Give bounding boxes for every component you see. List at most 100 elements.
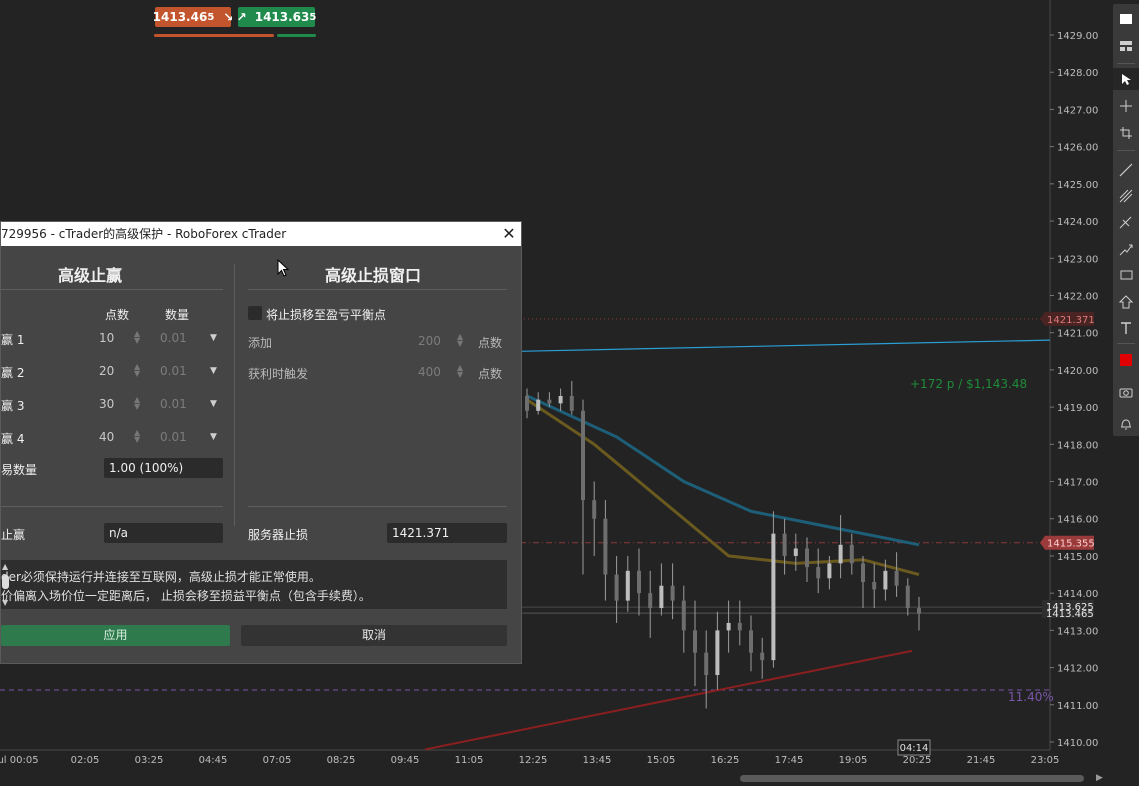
tp-points-input[interactable]: 10: [99, 331, 114, 345]
tp-row-label: 赢 3: [1, 399, 25, 413]
info-textbox[interactable]: der必须保持运行并连接至互联网，高级止损才能正常使用。 价偏离入场价位一定距离…: [1, 560, 507, 609]
toolbar-divider: [1117, 63, 1135, 64]
drawing-toolbar: [1113, 4, 1139, 436]
buy-price: 1413.63: [254, 10, 310, 24]
time-tick-label: 16:25: [711, 755, 740, 766]
price-tick-label: 1426.00: [1057, 143, 1098, 154]
candle-body: [525, 395, 529, 411]
chart-scrollbar[interactable]: ▶: [0, 770, 1105, 786]
candle-body: [704, 652, 709, 676]
scroll-down-icon[interactable]: ▼: [2, 598, 8, 607]
candle-body: [894, 570, 899, 586]
price-tick-label: 1418.00: [1057, 440, 1098, 451]
fibonacci-icon[interactable]: [1113, 185, 1139, 207]
candle-body: [536, 399, 541, 411]
toolbar-divider: [1117, 150, 1135, 151]
buy-button[interactable]: ↗ 1413.63 5: [237, 7, 316, 27]
candle-body: [592, 500, 597, 519]
candle-body: [816, 567, 821, 579]
spinner-icon[interactable]: ▲ ▼: [457, 333, 463, 348]
spinner-icon[interactable]: ▲ ▼: [134, 363, 140, 378]
buy-volume-bar: [277, 34, 316, 37]
time-tick-label: ul 00:05: [0, 755, 39, 766]
dropdown-arrow-icon[interactable]: ▼: [210, 399, 217, 409]
take-profit-section-title: 高级止赢: [58, 266, 123, 285]
sell-price: 1413.46: [152, 10, 208, 24]
info-scrollbar[interactable]: ▲ ▼: [1, 562, 11, 607]
measure-icon[interactable]: [1113, 122, 1139, 144]
candle-body: [681, 600, 686, 631]
sell-button[interactable]: 1413.46 5 ↘: [152, 7, 234, 27]
tp-quantity-input[interactable]: 0.01: [160, 397, 187, 411]
dropdown-arrow-icon[interactable]: ▼: [210, 432, 217, 442]
scroll-thumb[interactable]: [2, 575, 9, 589]
trade-quantity-field[interactable]: 1.00 (100%): [104, 458, 223, 478]
info-line-1: der必须保持运行并连接至互联网，高级止损才能正常使用。: [1, 570, 321, 584]
breakeven-checkbox[interactable]: [248, 306, 262, 320]
tp-quantity-input[interactable]: 0.01: [160, 331, 187, 345]
time-tick-label: 15:05: [647, 755, 676, 766]
spinner-icon[interactable]: ▲ ▼: [134, 396, 140, 411]
cancel-button[interactable]: 取消: [241, 625, 507, 646]
candle-body: [614, 574, 619, 601]
divider: [1, 506, 223, 507]
candle-body: [905, 585, 910, 609]
candle-body: [883, 570, 888, 590]
trigger-points-input[interactable]: 400: [418, 365, 441, 379]
time-tick-label: 17:45: [775, 755, 804, 766]
time-tick-label: 03:25: [135, 755, 164, 766]
time-tick-label: 02:05: [71, 755, 100, 766]
points-column-header: 点数: [105, 308, 130, 322]
profit-text: +172 p / $1,143.48: [910, 377, 1027, 391]
time-tick-label: 04:45: [199, 755, 228, 766]
quantity-column-header: 数量: [165, 308, 190, 322]
pitchfork-icon[interactable]: [1113, 211, 1139, 233]
spinner-icon[interactable]: ▲ ▼: [457, 364, 463, 379]
scroll-up-icon[interactable]: ▲: [2, 562, 8, 571]
scroll-right-icon[interactable]: ▶: [1096, 773, 1103, 783]
arrow-tool-icon[interactable]: [1113, 238, 1139, 260]
trigger-unit-label: 点数: [478, 367, 503, 381]
price-tick-label: 1412.00: [1057, 664, 1098, 675]
text-icon[interactable]: [1113, 317, 1139, 339]
info-line-2: 价偏离入场价位一定距离后， 止损会移至损益平衡点（包含手续费）。: [1, 589, 371, 603]
dropdown-arrow-icon[interactable]: ▼: [210, 366, 217, 376]
candle-body: [749, 630, 753, 653]
dialog-titlebar[interactable]: 729956 - cTrader的高级保护 - RoboForex cTrade…: [1, 222, 521, 246]
layout-icon[interactable]: [1113, 35, 1139, 57]
arrow-down-right-icon: ↘: [223, 10, 234, 24]
crosshair-icon[interactable]: [1113, 95, 1139, 117]
dialog-title: 729956 - cTrader的高级保护 - RoboForex cTrade…: [1, 227, 287, 241]
camera-icon[interactable]: [1113, 381, 1139, 403]
take-profit-summary-field[interactable]: n/a: [104, 523, 223, 543]
price-tick-label: 1425.00: [1057, 180, 1098, 191]
candle-body: [760, 652, 765, 661]
apply-button[interactable]: 应用: [1, 625, 230, 646]
color-swatch-icon[interactable]: [1113, 349, 1139, 371]
time-tick-label: 07:05: [263, 755, 292, 766]
time-tick-label: 19:05: [839, 755, 868, 766]
dropdown-arrow-icon[interactable]: ▼: [210, 333, 217, 343]
price-tick-label: 1414.00: [1057, 589, 1098, 600]
chart-type-icon[interactable]: [1113, 8, 1139, 30]
spinner-icon[interactable]: ▲ ▼: [134, 429, 140, 444]
spinner-icon[interactable]: ▲ ▼: [134, 330, 140, 345]
tp-points-input[interactable]: 30: [99, 397, 114, 411]
tp-points-input[interactable]: 40: [99, 430, 114, 444]
line-icon[interactable]: [1113, 159, 1139, 181]
candle-body: [715, 630, 720, 676]
price-tick-label: 1413.00: [1057, 626, 1098, 637]
time-tick-label: 11:05: [455, 755, 484, 766]
tp-quantity-input[interactable]: 0.01: [160, 364, 187, 378]
server-stop-loss-field[interactable]: 1421.371: [387, 523, 507, 543]
add-points-input[interactable]: 200: [418, 334, 441, 348]
cursor-icon[interactable]: [1113, 68, 1139, 90]
shape-icon[interactable]: [1113, 291, 1139, 313]
take-profit-summary-label: 止赢: [1, 528, 26, 542]
scroll-thumb[interactable]: [740, 775, 1084, 782]
rectangle-icon[interactable]: [1113, 264, 1139, 286]
close-icon[interactable]: ✕: [499, 224, 519, 244]
tp-points-input[interactable]: 20: [99, 364, 114, 378]
tp-quantity-input[interactable]: 0.01: [160, 430, 187, 444]
alert-icon[interactable]: [1113, 413, 1139, 435]
